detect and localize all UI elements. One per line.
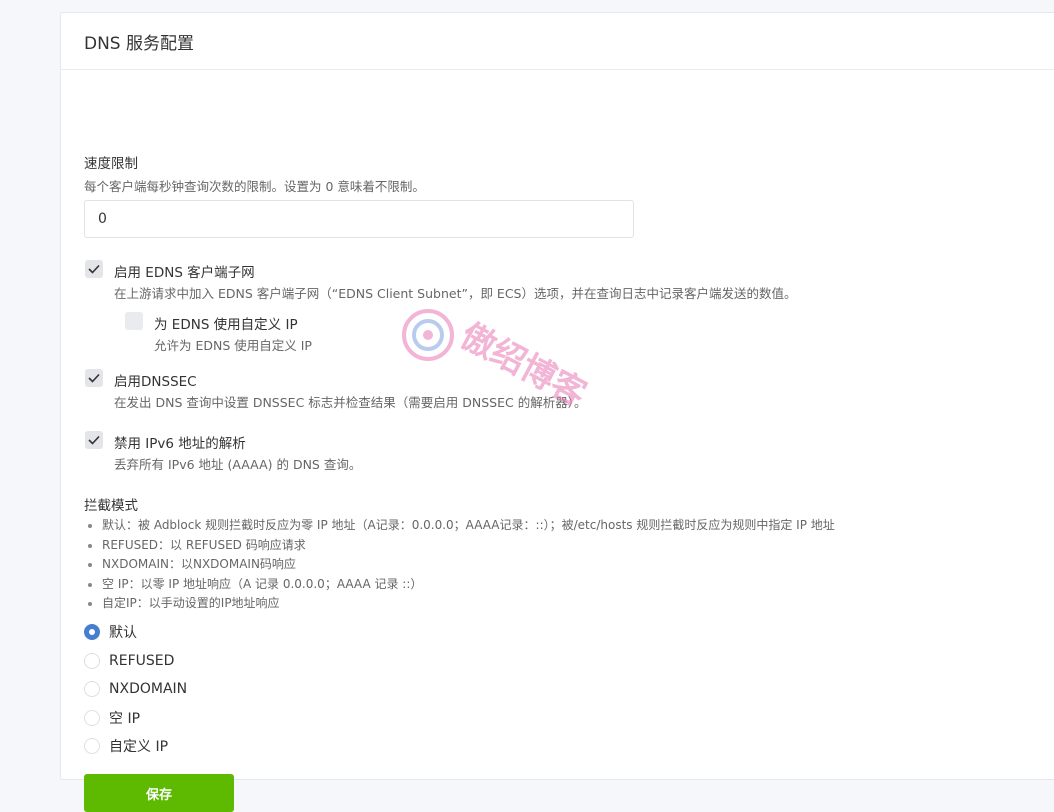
check-icon <box>88 264 100 274</box>
edns-checkbox[interactable] <box>85 260 103 278</box>
edns-custom-ip-checkbox[interactable] <box>125 312 143 330</box>
blocking-mode-rules: 默认：被 Adblock 规则拦截时反应为零 IP 地址（A记录：0.0.0.0… <box>84 516 835 614</box>
radio-indicator[interactable] <box>84 681 100 697</box>
ratelimit-value: 0 <box>98 211 107 227</box>
rule-item: REFUSED：以 REFUSED 码响应请求 <box>84 536 835 556</box>
radio-label: 自定义 IP <box>109 739 169 755</box>
check-icon <box>88 373 100 383</box>
radio-indicator[interactable] <box>84 738 100 754</box>
rule-item: NXDOMAIN：以NXDOMAIN码响应 <box>84 555 835 575</box>
edns-custom-ip-help: 允许为 EDNS 使用自定义 IP <box>154 338 312 353</box>
dnssec-checkbox[interactable] <box>85 369 103 387</box>
disable-ipv6-checkbox[interactable] <box>85 431 103 449</box>
blocking-mode-label: 拦截模式 <box>84 498 138 514</box>
edns-help: 在上游请求中加入 EDNS 客户端子网（“EDNS Client Subnet”… <box>114 286 797 301</box>
radio-indicator[interactable] <box>84 710 100 726</box>
save-button[interactable]: 保存 <box>84 774 234 812</box>
radio-null-ip[interactable]: 空 IP <box>84 708 140 728</box>
radio-default[interactable]: 默认 <box>84 622 137 642</box>
radio-label: 空 IP <box>109 711 141 727</box>
dns-settings-card: DNS 服务配置 速度限制 每个客户端每秒钟查询次数的限制。设置为 0 意味着不… <box>60 12 1054 812</box>
rule-item: 空 IP：以零 IP 地址响应（A 记录 0.0.0.0；AAAA 记录 ::） <box>84 575 835 595</box>
rule-item: 自定IP：以手动设置的IP地址响应 <box>84 594 835 614</box>
edns-label[interactable]: 启用 EDNS 客户端子网 <box>114 261 255 281</box>
radio-indicator[interactable] <box>84 624 100 640</box>
disable-ipv6-label[interactable]: 禁用 IPv6 地址的解析 <box>114 432 246 452</box>
card-title: DNS 服务配置 <box>84 33 195 54</box>
edns-custom-ip-label[interactable]: 为 EDNS 使用自定义 IP <box>154 313 298 333</box>
radio-custom-ip[interactable]: 自定义 IP <box>84 736 168 756</box>
dnssec-label[interactable]: 启用DNSSEC <box>114 370 197 390</box>
disable-ipv6-help: 丢弃所有 IPv6 地址 (AAAA) 的 DNS 查询。 <box>114 457 362 472</box>
radio-label: 默认 <box>109 625 137 641</box>
radio-label: NXDOMAIN <box>109 681 188 697</box>
radio-nxdomain[interactable]: NXDOMAIN <box>84 679 187 699</box>
ratelimit-input[interactable]: 0 <box>84 200 634 238</box>
check-icon <box>88 435 100 445</box>
radio-indicator[interactable] <box>84 653 100 669</box>
card-header: DNS 服务配置 <box>61 13 1054 70</box>
dnssec-help: 在发出 DNS 查询中设置 DNSSEC 标志并检查结果（需要启用 DNSSEC… <box>114 395 587 410</box>
rule-item: 默认：被 Adblock 规则拦截时反应为零 IP 地址（A记录：0.0.0.0… <box>84 516 835 536</box>
radio-label: REFUSED <box>109 653 175 669</box>
ratelimit-label: 速度限制 <box>84 156 138 172</box>
radio-refused[interactable]: REFUSED <box>84 651 174 671</box>
ratelimit-help: 每个客户端每秒钟查询次数的限制。设置为 0 意味着不限制。 <box>84 179 425 194</box>
